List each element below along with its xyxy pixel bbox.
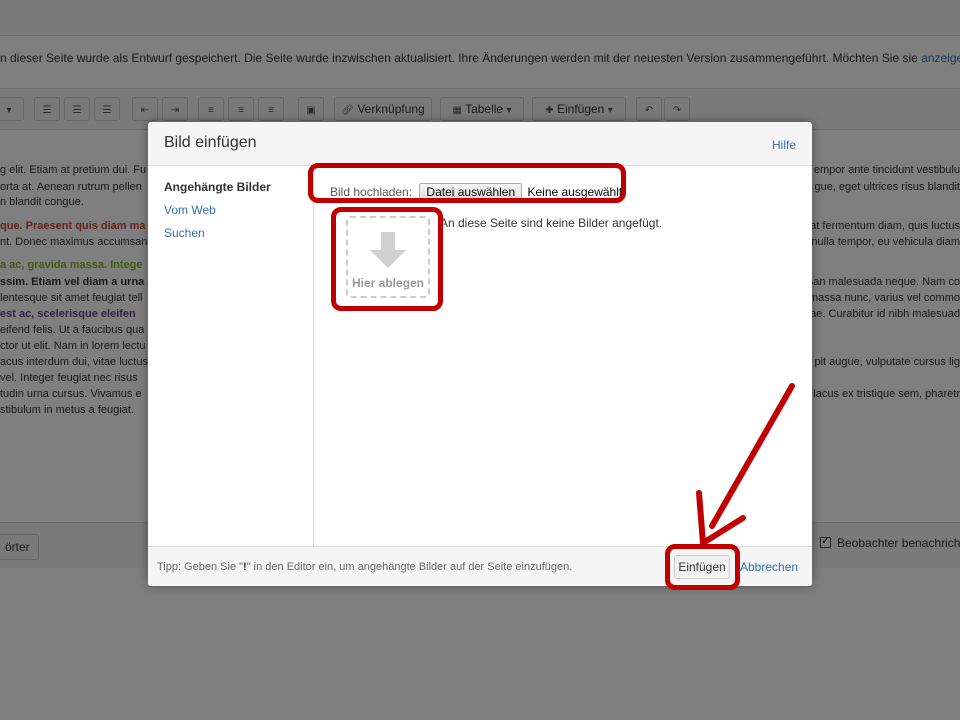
annotation-arrow [696, 383, 795, 546]
